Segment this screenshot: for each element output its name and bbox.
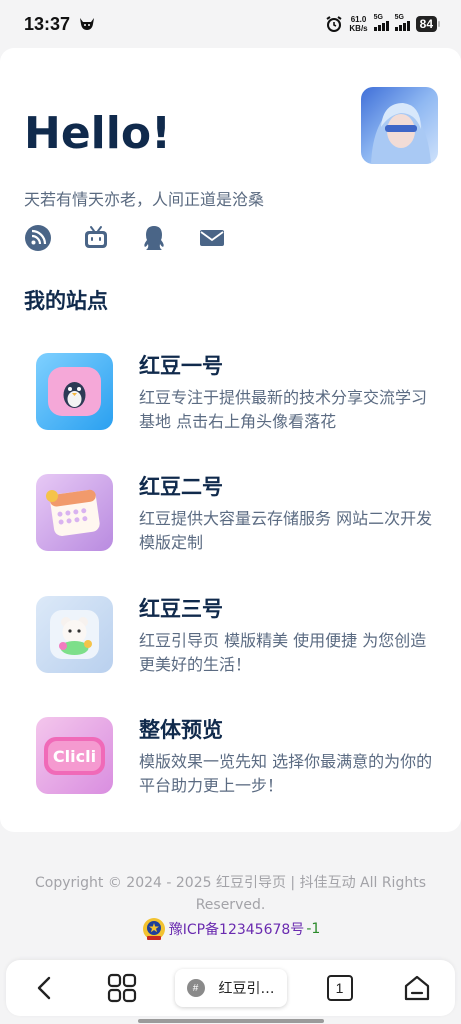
current-tab[interactable]: # 红豆引…: [174, 969, 287, 1007]
current-tab-title: 红豆引…: [218, 981, 275, 997]
status-time: 13:37: [24, 13, 71, 34]
net-speed-unit: KB/s: [349, 24, 368, 33]
net-speed-value: 61.0: [350, 15, 367, 24]
bear-3d-icon: [36, 596, 113, 673]
svg-text:Clicli: Clicli: [53, 747, 96, 766]
tab-count: 1: [326, 975, 353, 1001]
signal-2-label: 5G: [394, 14, 404, 21]
tab-switcher-button[interactable]: 1: [316, 964, 364, 1012]
site-card-3[interactable]: 红豆三号 红豆引导页 模版精美 使用便捷 为您创造更美好的生活！: [36, 596, 436, 696]
site-title-1: 红豆一号: [139, 354, 223, 378]
penguin-fluffy-icon: [36, 353, 113, 430]
mail-link[interactable]: [198, 224, 226, 252]
site-card-2[interactable]: 红豆二号 红豆提供大容量云存储服务 网站二次开发 模版定制: [36, 474, 436, 574]
site-title-2: 红豆二号: [139, 475, 223, 499]
site-image-2: [36, 474, 113, 551]
calendar-3d-icon: [36, 474, 113, 551]
site-title-3: 红豆三号: [139, 597, 223, 621]
qq-link[interactable]: [140, 224, 168, 252]
copyright-text: Copyright © 2024 - 2025 红豆引导页 | 抖佳互动 All…: [34, 875, 426, 913]
home-button[interactable]: [393, 964, 441, 1012]
site-card-4[interactable]: Clicli 整体预览 模版效果一览先知 选择你最满意的为你的平台助力更上一步！: [36, 717, 436, 817]
home-indicator[interactable]: [138, 1019, 324, 1023]
bilibili-icon: [85, 226, 107, 248]
bilibili-link[interactable]: [82, 224, 110, 252]
chevron-left-icon: [37, 976, 50, 1000]
rss-icon: [25, 225, 51, 251]
greeting: Hello!: [24, 108, 172, 159]
avatar-illustration-icon: [361, 87, 438, 164]
site-desc-1: 红豆专注于提供最新的技术分享交流学习基地 点击右上角头像看落花: [139, 388, 428, 431]
clicli-fluffy-icon: Clicli: [36, 717, 113, 794]
site-image-4: Clicli: [36, 717, 113, 794]
site-desc-4: 模版效果一览先知 选择你最满意的为你的平台助力更上一步！: [139, 752, 433, 795]
home-icon: [404, 975, 429, 1001]
qq-icon: [144, 226, 164, 250]
network-speed: 61.0 KB/s: [349, 15, 367, 33]
police-emblem-icon: [142, 918, 165, 940]
back-button[interactable]: [21, 964, 69, 1012]
browser-bottom-nav: # 红豆引… 1: [6, 960, 455, 1016]
signal-2-icon: 5G: [394, 14, 410, 31]
site-image-1: [36, 353, 113, 430]
alarm-icon: [326, 16, 342, 32]
battery-indicator: 84: [415, 16, 441, 32]
icp-number[interactable]: 豫ICP备12345678号: [169, 919, 305, 939]
site-card-1[interactable]: 红豆一号 红豆专注于提供最新的技术分享交流学习基地 点击右上角头像看落花: [36, 353, 436, 453]
avatar[interactable]: [361, 87, 438, 164]
status-bar: 13:37 61.0 KB/s 5G 5G 84: [0, 0, 461, 48]
site-desc-3: 红豆引导页 模版精美 使用便捷 为您创造更美好的生活！: [139, 631, 427, 674]
grid-icon: [107, 973, 136, 1003]
menu-grid-button[interactable]: [98, 964, 146, 1012]
site-image-3: [36, 596, 113, 673]
social-links: [24, 224, 226, 252]
tab-favicon-icon: #: [186, 979, 205, 997]
profile-card: Hello! 天若有情天亦老，人间正道是沧桑 我的站点 红豆一号 红豆专注于提供…: [0, 48, 461, 832]
sites-section-title: 我的站点: [24, 289, 108, 313]
bull-app-icon: [80, 18, 95, 30]
rss-link[interactable]: [24, 224, 52, 252]
icp-suffix[interactable]: -1: [306, 921, 320, 937]
signal-1-label: 5G: [373, 14, 383, 21]
signal-1-icon: 5G: [373, 14, 389, 31]
icp-record[interactable]: 豫ICP备12345678号 -1: [0, 916, 461, 942]
site-title-4: 整体预览: [139, 718, 223, 742]
mail-icon: [200, 230, 224, 246]
tagline: 天若有情天亦老，人间正道是沧桑: [24, 190, 265, 209]
site-desc-2: 红豆提供大容量云存储服务 网站二次开发 模版定制: [139, 509, 433, 552]
